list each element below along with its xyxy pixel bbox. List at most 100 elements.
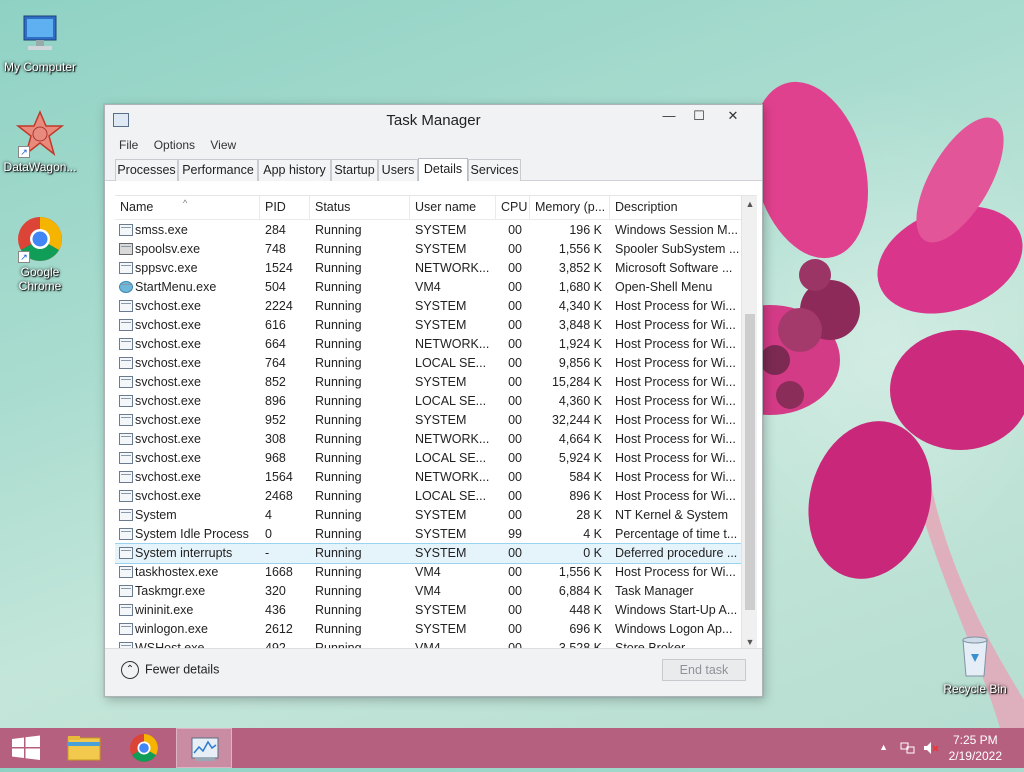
chrome-icon: ↗ (16, 215, 64, 263)
table-row[interactable]: svchost.exe 616 Running SYSTEM 00 3,848 K Host… (115, 316, 741, 335)
cell-pid: 436 (265, 603, 286, 617)
cell-pid: 664 (265, 337, 286, 351)
table-row[interactable]: svchost.exe 852 Running SYSTEM 00 15,284 K Hos… (115, 373, 741, 392)
desktop-icon-recycle-bin[interactable]: Recycle Bin (935, 632, 1015, 696)
show-hidden-icons-chevron-icon[interactable]: ▲ (879, 742, 888, 752)
table-row[interactable]: svchost.exe 664 Running NETWORK... 00 1,924 K… (115, 335, 741, 354)
system-clock[interactable]: 7:25 PM 2/19/2022 (949, 732, 1002, 764)
cell-desc: Microsoft Software ... (615, 261, 733, 275)
cell-name: svchost.exe (135, 375, 202, 389)
cell-cpu: 00 (508, 318, 522, 332)
table-row[interactable]: winlogon.exe 2612 Running SYSTEM 00 696 K Wind… (115, 620, 741, 639)
minimize-button[interactable]: — (654, 105, 684, 127)
cell-status: Running (315, 413, 362, 427)
maximize-button[interactable]: ☐ (684, 105, 714, 127)
volume-muted-icon[interactable] (922, 740, 940, 759)
desktop-icon-google-chrome[interactable]: ↗ Google Chrome (0, 215, 80, 293)
cell-user: VM4 (415, 280, 441, 294)
network-icon[interactable] (900, 740, 916, 759)
tab-app-history[interactable]: App history (258, 159, 331, 181)
table-row[interactable]: StartMenu.exe 504 Running VM4 00 1,680 K Open-… (115, 278, 741, 297)
cell-status: Running (315, 508, 362, 522)
cell-user: SYSTEM (415, 413, 467, 427)
menu-options[interactable]: Options (148, 135, 201, 152)
cell-name: winlogon.exe (135, 622, 208, 636)
table-row[interactable]: System interrupts - Running SYSTEM 00 0 K Defe… (115, 543, 742, 564)
table-row[interactable]: System Idle Process 0 Running SYSTEM 99 4 K Pe… (115, 525, 741, 544)
cell-user: NETWORK... (415, 337, 490, 351)
cell-desc: Spooler SubSystem ... (615, 242, 739, 256)
cell-mem: 0 K (583, 546, 602, 560)
vertical-scrollbar[interactable]: ▲ ▼ (741, 196, 757, 649)
cell-status: Running (315, 470, 362, 484)
scrollbar-thumb[interactable] (745, 314, 755, 610)
taskbar-task-manager[interactable] (176, 728, 232, 768)
table-row[interactable]: svchost.exe 2224 Running SYSTEM 00 4,340 K Hos… (115, 297, 741, 316)
cell-status: Running (315, 280, 362, 294)
table-row[interactable]: wininit.exe 436 Running SYSTEM 00 448 K Window… (115, 601, 741, 620)
column-header-memory[interactable]: Memory (p... (530, 196, 610, 220)
taskbar-file-explorer[interactable] (56, 728, 112, 768)
recycle-bin-icon (951, 632, 999, 680)
cell-pid: 0 (265, 527, 272, 541)
table-row[interactable]: svchost.exe 952 Running SYSTEM 00 32,244 K Hos… (115, 411, 741, 430)
cell-desc: Host Process for Wi... (615, 565, 736, 579)
cell-pid: 748 (265, 242, 286, 256)
table-row[interactable]: svchost.exe 764 Running LOCAL SE... 00 9,856 … (115, 354, 741, 373)
cell-mem: 4,360 K (558, 394, 602, 408)
cell-desc: Host Process for Wi... (615, 470, 736, 484)
scroll-down-arrow-icon[interactable]: ▼ (742, 634, 757, 649)
column-header-description[interactable]: Description (610, 196, 741, 220)
desktop-icon-my-computer[interactable]: My Computer (0, 10, 80, 74)
datawagon-icon: ↗ (15, 110, 65, 158)
desktop-icon-datawagon[interactable]: ↗ DataWagon... (0, 110, 80, 174)
cell-pid: 616 (265, 318, 286, 332)
table-row[interactable]: svchost.exe 308 Running NETWORK... 00 4,664 K… (115, 430, 741, 449)
cell-pid: 2468 (265, 489, 293, 503)
cell-cpu: 00 (508, 356, 522, 370)
column-header-name[interactable]: Name ^ (115, 196, 260, 220)
tab-services[interactable]: Services (468, 159, 521, 181)
title-bar[interactable]: Task Manager — ☐ ✕ (105, 105, 762, 135)
table-row[interactable]: spoolsv.exe 748 Running SYSTEM 00 1,556 K Spoo… (115, 240, 741, 259)
scroll-up-arrow-icon[interactable]: ▲ (742, 196, 757, 212)
menu-file[interactable]: File (113, 135, 144, 152)
cell-pid: 308 (265, 432, 286, 446)
table-row[interactable]: smss.exe 284 Running SYSTEM 00 196 K Windows S… (115, 221, 741, 240)
cell-pid: 320 (265, 584, 286, 598)
start-button[interactable] (0, 728, 56, 768)
taskbar-chrome[interactable] (116, 728, 172, 768)
table-row[interactable]: Taskmgr.exe 320 Running VM4 00 6,884 K Task Ma… (115, 582, 741, 601)
end-task-button[interactable]: End task (662, 659, 746, 681)
table-row[interactable]: svchost.exe 1564 Running NETWORK... 00 584 K H… (115, 468, 741, 487)
tab-details[interactable]: Details (418, 158, 468, 181)
cell-user: SYSTEM (415, 318, 467, 332)
table-row[interactable]: svchost.exe 896 Running LOCAL SE... 00 4,360 … (115, 392, 741, 411)
task-manager-window[interactable]: Task Manager — ☐ ✕ File Options View Pro… (104, 104, 763, 697)
tab-processes[interactable]: Processes (115, 159, 178, 181)
column-header-status[interactable]: Status (310, 196, 410, 220)
cell-mem: 1,556 K (558, 242, 602, 256)
close-button[interactable]: ✕ (718, 105, 748, 127)
tab-startup[interactable]: Startup (331, 159, 378, 181)
table-row[interactable]: svchost.exe 2468 Running LOCAL SE... 00 896 K… (115, 487, 741, 506)
cell-desc: Host Process for Wi... (615, 394, 736, 408)
tab-users[interactable]: Users (378, 159, 418, 181)
cell-cpu: 00 (508, 584, 522, 598)
fewer-details-button[interactable]: ⌃ Fewer details (121, 661, 219, 679)
cell-status: Running (315, 375, 362, 389)
process-icon (119, 376, 133, 388)
table-row[interactable]: svchost.exe 968 Running LOCAL SE... 00 5,924 … (115, 449, 741, 468)
tab-strip: Processes Performance App history Startu… (105, 155, 762, 181)
table-row[interactable]: taskhostex.exe 1668 Running VM4 00 1,556 K Hos… (115, 563, 741, 582)
shortcut-arrow-icon: ↗ (18, 146, 30, 158)
cell-desc: NT Kernel & System (615, 508, 729, 522)
menu-view[interactable]: View (204, 135, 242, 152)
column-header-cpu[interactable]: CPU (496, 196, 530, 220)
column-header-user-name[interactable]: User name (410, 196, 496, 220)
table-row[interactable]: System 4 Running SYSTEM 00 28 K NT Kernel & Sy… (115, 506, 741, 525)
process-icon (119, 319, 133, 331)
column-header-pid[interactable]: PID (260, 196, 310, 220)
table-row[interactable]: sppsvc.exe 1524 Running NETWORK... 00 3,852 K… (115, 259, 741, 278)
tab-performance[interactable]: Performance (178, 159, 258, 181)
